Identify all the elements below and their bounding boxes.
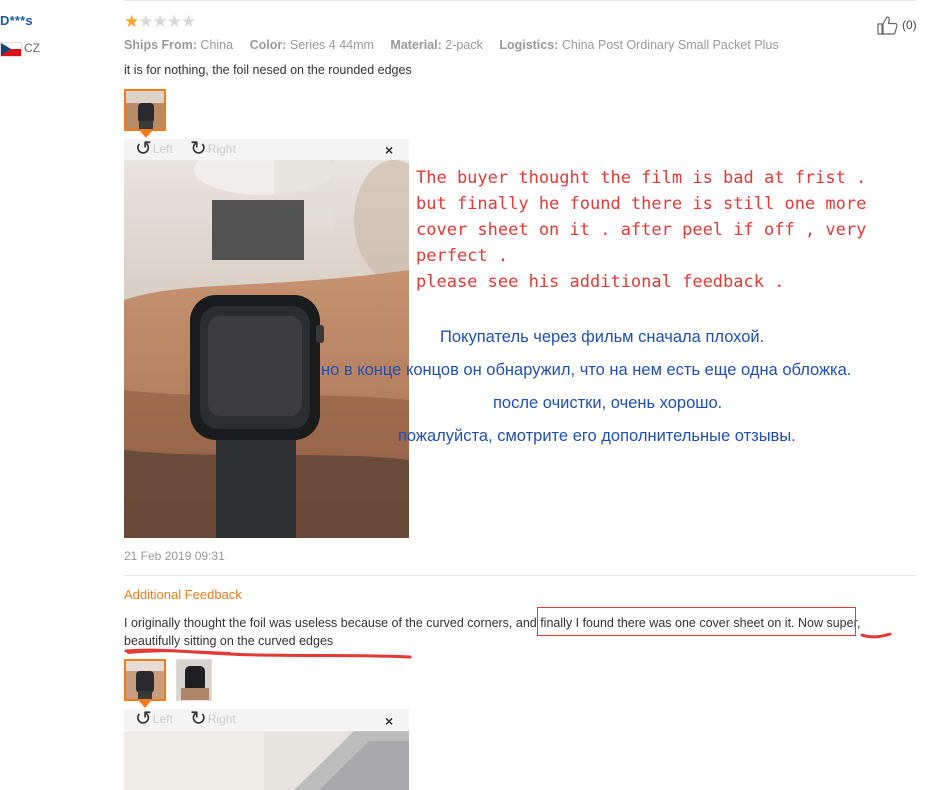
logistics-value: China Post Ordinary Small Packet Plus bbox=[561, 38, 779, 52]
rotate-left-label: Left bbox=[152, 142, 173, 156]
star-empty-icon: ★ bbox=[152, 12, 168, 31]
review-photo-large[interactable] bbox=[124, 160, 409, 538]
review-text: it is for nothing, the foil nesed on the… bbox=[124, 63, 412, 77]
star-empty-icon: ★ bbox=[181, 12, 196, 31]
seller-annotation-russian-line-4: пожалуйста, смотрите его дополнительные … bbox=[398, 427, 796, 445]
star-empty-icon: ★ bbox=[138, 12, 153, 31]
material-value: 2-pack bbox=[445, 38, 483, 52]
rotate-left-icon: ↺ bbox=[135, 138, 152, 160]
ships-from-value: China bbox=[200, 38, 234, 52]
buyer-country: CZ bbox=[24, 41, 40, 55]
thumbs-up-icon bbox=[877, 16, 898, 35]
logistics-label: Logistics: bbox=[499, 38, 559, 52]
close-viewer-button[interactable]: × bbox=[385, 142, 393, 158]
helpful-count: (0) bbox=[902, 18, 917, 32]
rotate-left-label: Left bbox=[152, 712, 173, 726]
image-viewer-toolbar: ↺ Left ↻ Right × bbox=[124, 139, 409, 160]
photo-thumbnail-image bbox=[177, 660, 211, 700]
seller-annotation-russian-line-1: Покупатель через фильм сначала плохой. bbox=[440, 328, 765, 346]
seller-annotation-russian-line-3: после очистки, очень хорошо. bbox=[493, 394, 723, 412]
rotate-right-label: Right bbox=[207, 712, 236, 726]
photo-thumbnail-image bbox=[126, 661, 164, 699]
watch-photo-image bbox=[124, 160, 409, 538]
review-date: 21 Feb 2019 09:31 bbox=[124, 549, 225, 563]
country-flag-icon bbox=[0, 42, 22, 57]
additional-feedback-title: Additional Feedback bbox=[124, 587, 242, 602]
buyer-name[interactable]: D***s bbox=[0, 13, 33, 28]
rotate-left-icon: ↺ bbox=[135, 708, 152, 730]
rotate-right-icon: ↻ bbox=[190, 708, 207, 730]
close-viewer-button[interactable]: × bbox=[385, 713, 393, 729]
rotate-left-button[interactable]: ↺ Left bbox=[135, 709, 173, 729]
seller-annotation-english: The buyer thought the film is bad at fri… bbox=[416, 168, 867, 292]
additional-photo-thumbnail-1[interactable] bbox=[124, 659, 166, 701]
ships-from-label: Ships From: bbox=[124, 38, 197, 52]
rotate-left-button[interactable]: ↺ Left bbox=[135, 139, 173, 159]
additional-photo-large[interactable] bbox=[124, 731, 409, 790]
rotate-right-icon: ↻ bbox=[190, 138, 207, 160]
additional-photo-thumbnail-2[interactable] bbox=[176, 659, 212, 701]
star-empty-icon: ★ bbox=[166, 12, 182, 31]
image-viewer-toolbar: ↺ Left ↻ Right × bbox=[124, 709, 409, 730]
section-divider bbox=[124, 575, 916, 576]
order-meta: Ships From: China Color: Series 4 44mm M… bbox=[124, 38, 792, 52]
helpful-button[interactable]: (0) bbox=[876, 15, 917, 35]
seller-annotation-russian-line-2: но в конце концов он обнаружил, что на н… bbox=[321, 361, 852, 379]
review-photo-thumbnail[interactable] bbox=[124, 89, 166, 131]
rating-stars: ★★★★★ bbox=[124, 12, 196, 31]
additional-photo-image bbox=[124, 731, 409, 790]
rotate-right-label: Right bbox=[207, 142, 236, 156]
material-label: Material: bbox=[390, 38, 442, 52]
thumbnail-pointer bbox=[139, 701, 151, 708]
star-filled-icon: ★ bbox=[124, 12, 139, 31]
color-label: Color: bbox=[249, 38, 287, 52]
rotate-right-button[interactable]: ↻ Right bbox=[190, 139, 236, 159]
color-value: Series 4 44mm bbox=[289, 38, 374, 52]
top-divider bbox=[124, 0, 916, 1]
photo-thumbnail-image bbox=[126, 91, 164, 129]
thumbnail-pointer bbox=[140, 131, 152, 138]
highlight-box bbox=[537, 607, 856, 636]
rotate-right-button[interactable]: ↻ Right bbox=[190, 709, 236, 729]
